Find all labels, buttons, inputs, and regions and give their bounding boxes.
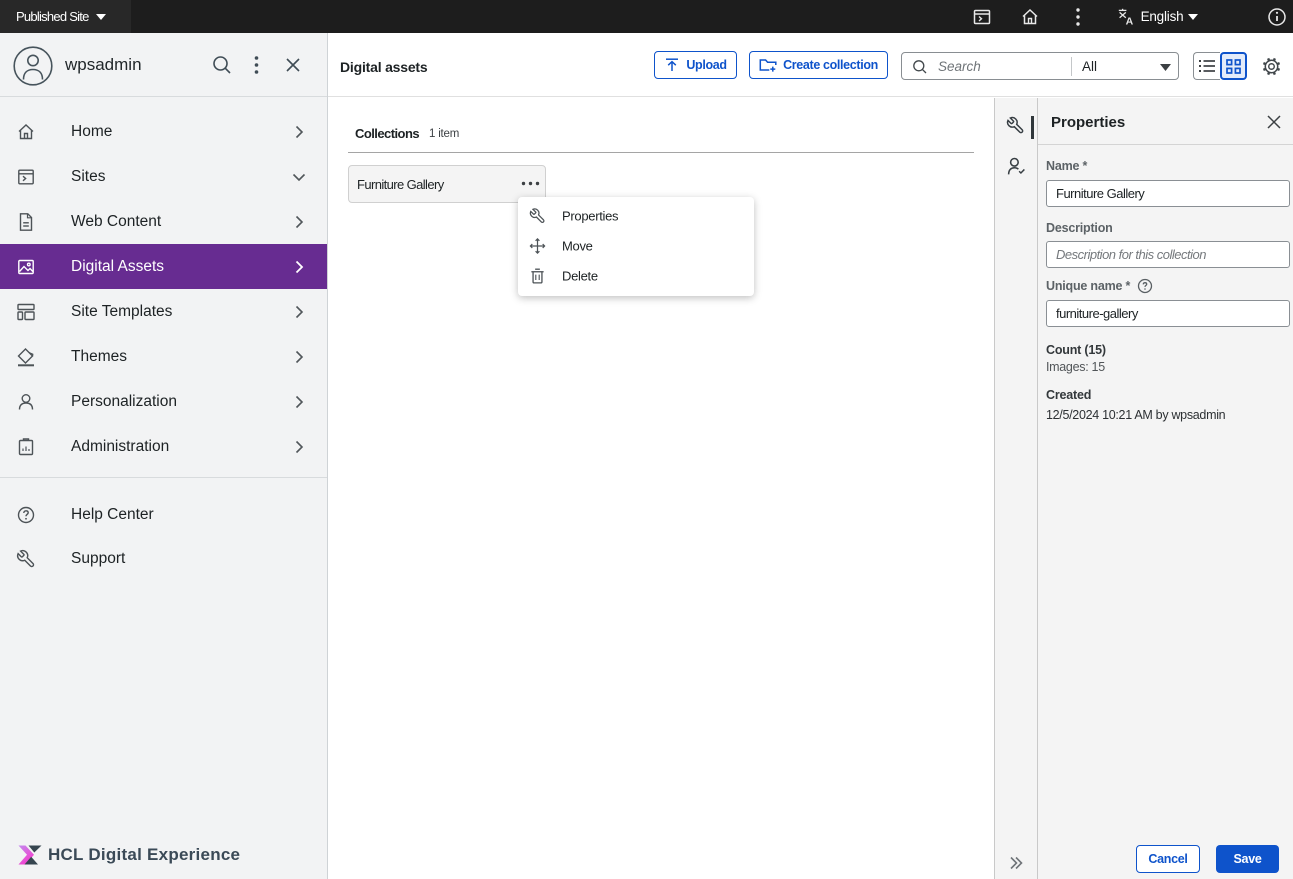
svg-text:A: A <box>1126 15 1134 27</box>
